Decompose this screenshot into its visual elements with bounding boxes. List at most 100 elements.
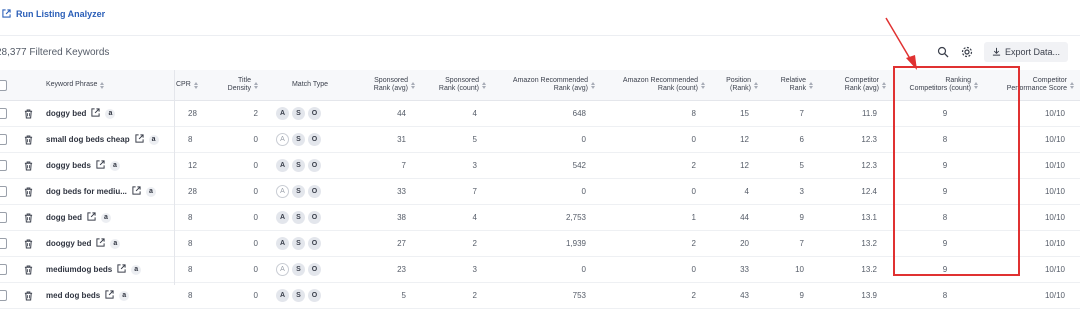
title-density-value: 2 — [253, 109, 258, 118]
external-link-icon[interactable] — [132, 186, 141, 197]
amazon-icon[interactable]: a — [109, 160, 120, 171]
row-checkbox-cell — [0, 257, 10, 282]
trash-icon[interactable] — [24, 179, 36, 204]
cpr-value: 28 — [188, 109, 197, 118]
header-amazon-recommended-rank-avg[interactable]: Amazon Recommended Rank (avg) — [490, 70, 595, 100]
keyword-cell: med dog beds a — [46, 283, 171, 308]
position-rank-value: 15 — [740, 109, 749, 118]
keyword-phrase[interactable]: doggy beds — [46, 161, 91, 170]
header-position-rank[interactable]: Position (Rank) — [710, 70, 758, 100]
export-data-button[interactable]: Export Data... — [983, 42, 1068, 62]
row-checkbox[interactable] — [0, 212, 7, 223]
match-type-o-badge: O — [308, 159, 321, 172]
trash-icon[interactable] — [24, 283, 36, 308]
title-density-value: 0 — [253, 265, 258, 274]
row-checkbox-cell — [0, 179, 10, 204]
external-link-icon[interactable] — [91, 108, 101, 119]
keyword-phrase[interactable]: doggy bed — [46, 109, 86, 118]
trash-icon[interactable] — [24, 205, 36, 230]
match-type-s-badge: S — [292, 133, 305, 146]
competitor-rank-avg-value: 13.1 — [861, 213, 877, 222]
sponsored-rank-avg-value: 27 — [397, 239, 406, 248]
row-checkbox[interactable] — [0, 264, 7, 275]
trash-icon[interactable] — [24, 127, 36, 152]
sort-icon — [591, 81, 595, 89]
title-density-value: 0 — [253, 213, 258, 222]
match-type-s-badge: S — [292, 159, 305, 172]
amazon-icon[interactable]: a — [105, 108, 116, 119]
download-icon — [992, 47, 1001, 58]
gear-icon[interactable] — [960, 45, 974, 59]
match-type-o-badge: O — [308, 107, 321, 120]
header-relative-rank[interactable]: Relative Rank — [765, 70, 813, 100]
competitor-rank-avg-value: 12.4 — [861, 187, 877, 196]
run-listing-analyzer-link[interactable]: Run Listing Analyzer — [2, 7, 105, 21]
header-keyword-phrase[interactable]: Keyword Phrase — [46, 70, 105, 100]
external-link-icon[interactable] — [105, 290, 114, 301]
amazon-recommended-rank-avg-value: 753 — [572, 291, 586, 300]
row-checkbox[interactable] — [0, 134, 7, 145]
keyword-phrase[interactable]: dogg bed — [46, 213, 82, 222]
row-checkbox-cell — [0, 231, 10, 256]
trash-icon[interactable] — [24, 257, 36, 282]
table-toolbar: Export Data... — [936, 42, 1068, 62]
amazon-icon[interactable]: a — [101, 212, 111, 223]
amazon-icon[interactable]: a — [145, 186, 156, 197]
position-rank-value: 33 — [740, 265, 749, 274]
table-row[interactable]: med dog beds a 8 0 A S O 5 2 753 2 43 9 13.9 8 10/10 — [0, 283, 1080, 309]
keyword-cell: small dog beds cheap a — [46, 127, 171, 152]
keyword-phrase[interactable]: small dog beds cheap — [46, 135, 130, 144]
keyword-phrase[interactable]: dog beds for mediu... — [46, 187, 127, 196]
row-checkbox[interactable] — [0, 238, 7, 249]
highlight-box — [893, 66, 1020, 276]
select-all-checkbox[interactable] — [0, 79, 7, 91]
header-title-density[interactable]: Title Density — [210, 70, 258, 100]
keyword-phrase[interactable]: mediumdog beds — [46, 265, 112, 274]
export-data-label: Export Data... — [1004, 47, 1060, 57]
row-checkbox[interactable] — [0, 108, 7, 119]
ranking-competitors-count-value: 8 — [942, 291, 948, 300]
relative-rank-value: 9 — [799, 291, 804, 300]
title-density-value: 0 — [253, 135, 258, 144]
position-rank-value: 12 — [740, 161, 749, 170]
cpr-value: 28 — [188, 187, 197, 196]
annotation-arrow — [885, 17, 917, 70]
header-match-type: Match Type — [291, 81, 329, 88]
match-type-s-badge: S — [292, 263, 305, 276]
trash-icon[interactable] — [24, 153, 36, 178]
keyword-phrase[interactable]: dooggy bed — [46, 239, 91, 248]
match-type-a-badge: A — [276, 289, 289, 302]
external-link-icon[interactable] — [117, 264, 126, 275]
header-amazon-recommended-rank-count[interactable]: Amazon Recommended Rank (count) — [600, 70, 705, 100]
trash-icon[interactable] — [24, 231, 36, 256]
row-checkbox[interactable] — [0, 290, 7, 301]
header-sponsored-rank-avg[interactable]: Sponsored Rank (avg) — [340, 70, 415, 100]
trash-icon[interactable] — [24, 101, 36, 126]
amazon-icon[interactable]: a — [119, 290, 130, 301]
keyword-phrase[interactable]: med dog beds — [46, 291, 100, 300]
keyword-cell: doggy beds a — [46, 153, 171, 178]
external-link-icon[interactable] — [87, 212, 96, 223]
sponsored-rank-count-value: 2 — [472, 239, 477, 248]
sponsored-rank-count-value: 7 — [472, 187, 477, 196]
amazon-recommended-rank-count-value: 2 — [691, 161, 696, 170]
competitor-rank-avg-value: 11.9 — [862, 109, 877, 118]
match-type-a-badge: A — [276, 159, 289, 172]
match-type-a-badge: A — [276, 185, 289, 198]
row-checkbox[interactable] — [0, 160, 7, 171]
amazon-icon[interactable]: a — [148, 134, 159, 145]
header-sponsored-rank-count[interactable]: Sponsored Rank (count) — [420, 70, 486, 100]
row-checkbox[interactable] — [0, 186, 7, 197]
external-link-icon[interactable] — [96, 160, 105, 171]
filtered-keywords-count: 28,377 Filtered Keywords — [0, 47, 110, 58]
sponsored-rank-avg-value: 38 — [397, 213, 406, 222]
external-link-icon[interactable] — [134, 134, 144, 145]
header-cpr[interactable]: CPR — [176, 70, 198, 100]
amazon-icon[interactable]: a — [131, 264, 142, 275]
amazon-icon[interactable]: a — [110, 238, 121, 249]
external-link-icon[interactable] — [96, 238, 105, 249]
sponsored-rank-avg-value: 5 — [401, 291, 406, 300]
amazon-recommended-rank-avg-value: 648 — [572, 109, 586, 118]
header-competitor-rank-avg[interactable]: Competitor Rank (avg) — [820, 70, 886, 100]
relative-rank-value: 7 — [799, 239, 804, 248]
